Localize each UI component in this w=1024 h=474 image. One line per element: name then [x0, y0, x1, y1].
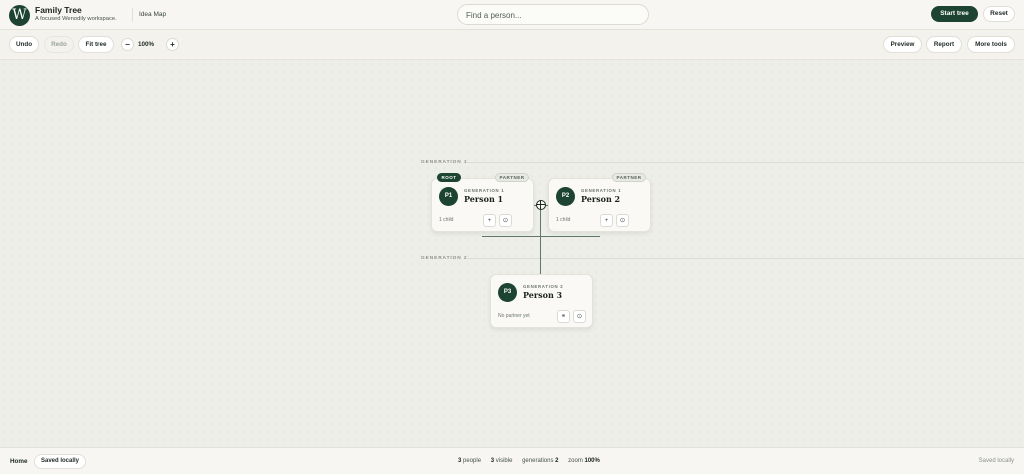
person-meta: 1 child: [556, 217, 571, 223]
tree-stats: 3 people 3 visible generations 2 zoom 10…: [458, 458, 600, 464]
add-icon[interactable]: +: [600, 214, 613, 227]
generation-label: GENERATION 2: [421, 256, 468, 261]
person-card[interactable]: P3 GENERATION 2 Person 3 No partner yet …: [490, 274, 593, 328]
app-logo[interactable]: W: [9, 5, 30, 26]
person-meta: 1 child: [439, 217, 454, 223]
person-card[interactable]: P2 GENERATION 1 Person 2 1 child + ⊙: [548, 178, 651, 232]
fit-tree-button[interactable]: Fit tree: [78, 36, 114, 53]
visible-count: 3: [490, 458, 495, 464]
app-name: Family Tree: [35, 5, 82, 15]
avatar: P2: [556, 187, 575, 206]
visible-label: visible: [495, 458, 513, 464]
card-generation: GENERATION 1: [464, 188, 505, 193]
settings-icon[interactable]: ⊙: [616, 214, 629, 227]
tree-canvas[interactable]: GENERATION 1 GENERATION 2 P1 GENERATION …: [0, 60, 1024, 447]
person-name: Person 2: [581, 194, 621, 204]
card-generation: GENERATION 2: [523, 284, 564, 289]
zoom-level: 100%: [138, 41, 155, 48]
partner-badge: PARTNER: [495, 173, 529, 182]
union-node-icon[interactable]: [536, 200, 546, 210]
start-tree-button[interactable]: Start tree: [931, 6, 978, 22]
preview-button[interactable]: Preview: [883, 36, 922, 53]
settings-icon[interactable]: ⊙: [499, 214, 512, 227]
avatar: P3: [498, 283, 517, 302]
view-name[interactable]: Idea Map: [139, 11, 166, 18]
top-bar: W Family Tree A focused Wenodily workspa…: [0, 0, 1024, 30]
undo-button[interactable]: Undo: [9, 36, 39, 53]
root-badge: ROOT: [437, 173, 461, 182]
person-name: Person 1: [464, 194, 504, 204]
zoom-label: zoom: [568, 458, 583, 464]
partner-badge: PARTNER: [612, 173, 646, 182]
zoom-out-button[interactable]: −: [121, 38, 134, 51]
person-name: Person 3: [523, 290, 563, 300]
people-count: 3: [458, 458, 462, 464]
people-label: people: [463, 458, 482, 464]
settings-icon[interactable]: ⊙: [573, 310, 586, 323]
person-card[interactable]: P1 GENERATION 1 Person 1 1 child + ⊙: [431, 178, 534, 232]
toolbar: Undo Redo Fit tree − 100% + Preview Repo…: [0, 30, 1024, 60]
divider: [132, 8, 133, 22]
status-bar: Home Saved locally 3 people 3 visible ge…: [0, 447, 1024, 474]
child-link: [540, 205, 541, 274]
card-generation: GENERATION 1: [581, 188, 622, 193]
generations-count: 2: [555, 458, 559, 464]
more-tools-button[interactable]: More tools: [967, 36, 1015, 53]
partner-icon[interactable]: ⚭: [557, 310, 570, 323]
save-status: Saved locally: [978, 458, 1014, 464]
generation-divider: [467, 162, 1024, 163]
person-meta: No partner yet: [498, 313, 530, 319]
generation-divider: [467, 258, 1024, 259]
add-icon[interactable]: +: [483, 214, 496, 227]
zoom-value: 100%: [584, 458, 600, 464]
generations-label: generations: [522, 458, 554, 464]
zoom-in-button[interactable]: +: [166, 38, 179, 51]
generation-label: GENERATION 1: [421, 160, 468, 165]
app-subtitle: A focused Wenodily workspace.: [35, 16, 117, 22]
redo-button[interactable]: Redo: [44, 36, 74, 53]
search-input[interactable]: Find a person...: [457, 4, 649, 25]
saved-locally-button[interactable]: Saved locally: [34, 454, 86, 469]
home-link[interactable]: Home: [10, 458, 28, 465]
reset-button[interactable]: Reset: [983, 6, 1015, 22]
avatar: P1: [439, 187, 458, 206]
report-button[interactable]: Report: [926, 36, 962, 53]
search-placeholder: Find a person...: [466, 11, 522, 20]
family-bar: [482, 236, 600, 237]
